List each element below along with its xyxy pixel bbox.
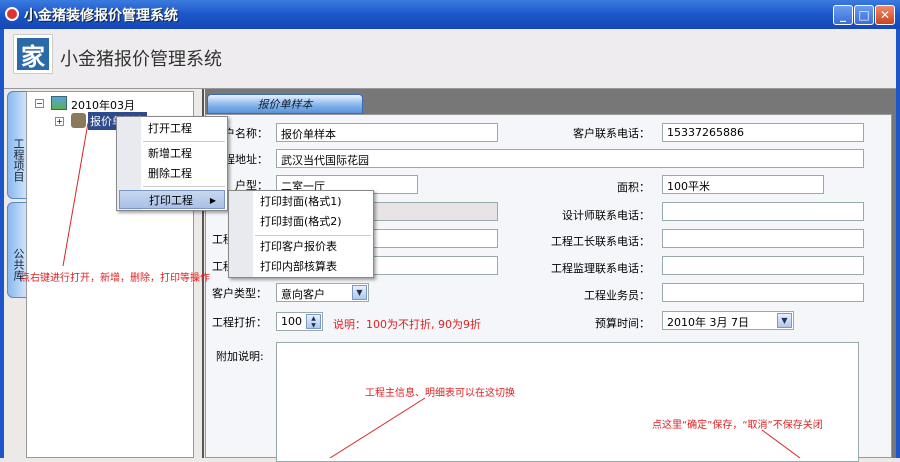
print-submenu: 打印封面(格式1) 打印封面(格式2) 打印客户报价表 打印内部核算表 [228, 190, 374, 278]
menu-separator [143, 141, 225, 142]
menu-item-new[interactable]: 新增工程 [117, 144, 227, 163]
menu-separator [143, 186, 225, 187]
menu-item-print[interactable]: 打印工程 ▶ [119, 190, 225, 209]
submenu-item-customer-quote[interactable]: 打印客户报价表 [229, 237, 373, 256]
annotation-save: 点这里“确定”保存，“取消”不保存关闭 [652, 420, 823, 431]
submenu-item-internal-accounting[interactable]: 打印内部核算表 [229, 257, 373, 276]
annotation-switch: 工程主信息、明细表可以在这切换 [365, 388, 515, 399]
submenu-arrow-icon: ▶ [209, 196, 216, 205]
menu-item-open[interactable]: 打开工程 [117, 119, 227, 138]
submenu-item-cover-1[interactable]: 打印封面(格式1) [229, 192, 373, 211]
annotation-right-click: 点右键进行打开，新增，删除，打印等操作 [20, 273, 210, 284]
submenu-item-cover-2[interactable]: 打印封面(格式2) [229, 212, 373, 231]
menu-item-print-label: 打印工程 [149, 194, 193, 207]
menu-separator [255, 235, 371, 236]
context-menu: 打开工程 新增工程 删除工程 打印工程 ▶ [116, 116, 228, 211]
annotation-line [62, 122, 89, 267]
annotation-line [761, 429, 801, 458]
menu-item-delete[interactable]: 删除工程 [117, 164, 227, 183]
annotation-line [329, 397, 426, 458]
